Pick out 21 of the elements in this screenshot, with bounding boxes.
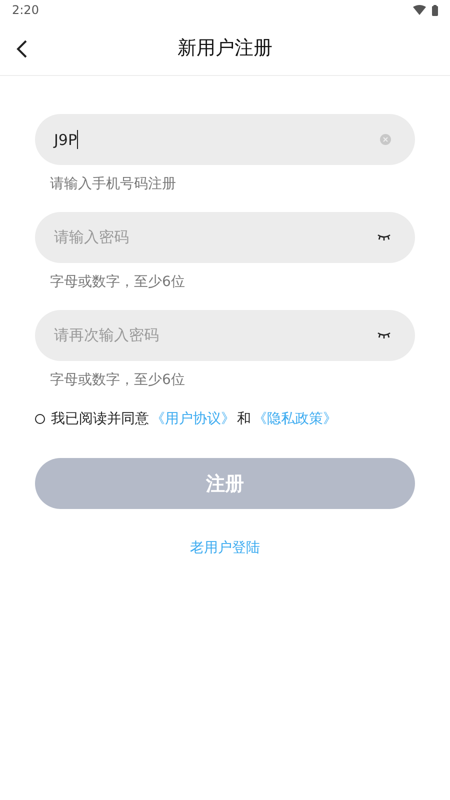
battery-icon bbox=[432, 4, 438, 16]
page-title: 新用户注册 bbox=[178, 36, 272, 60]
agreement-text: 我已阅读并同意 bbox=[51, 410, 149, 428]
field-hint: 字母或数字，至少6位 bbox=[50, 273, 186, 291]
login-link[interactable]: 老用户登陆 bbox=[190, 539, 260, 557]
agreement-checkbox[interactable] bbox=[35, 414, 45, 424]
field-placeholder: 请再次输入密码 bbox=[54, 326, 159, 345]
input-field[interactable]: 请再次输入密码 bbox=[35, 310, 415, 361]
agreement-link[interactable]: 《用户协议》 bbox=[151, 410, 235, 428]
field-hint: 字母或数字，至少6位 bbox=[50, 371, 186, 389]
field-value: J9P bbox=[54, 130, 78, 148]
input-field[interactable]: 请输入密码 bbox=[35, 212, 415, 263]
wifi-icon bbox=[413, 5, 426, 15]
field-hint: 请输入手机号码注册 bbox=[50, 175, 177, 193]
status-time: 2:20 bbox=[12, 3, 39, 17]
field-placeholder: 请输入密码 bbox=[54, 228, 129, 247]
closed-eye-icon[interactable] bbox=[377, 234, 391, 241]
closed-eye-icon[interactable] bbox=[377, 332, 391, 339]
agreement-text: 和 bbox=[237, 410, 251, 428]
input-field[interactable]: J9P bbox=[35, 114, 415, 165]
agreement-link[interactable]: 《隐私政策》 bbox=[253, 410, 337, 428]
